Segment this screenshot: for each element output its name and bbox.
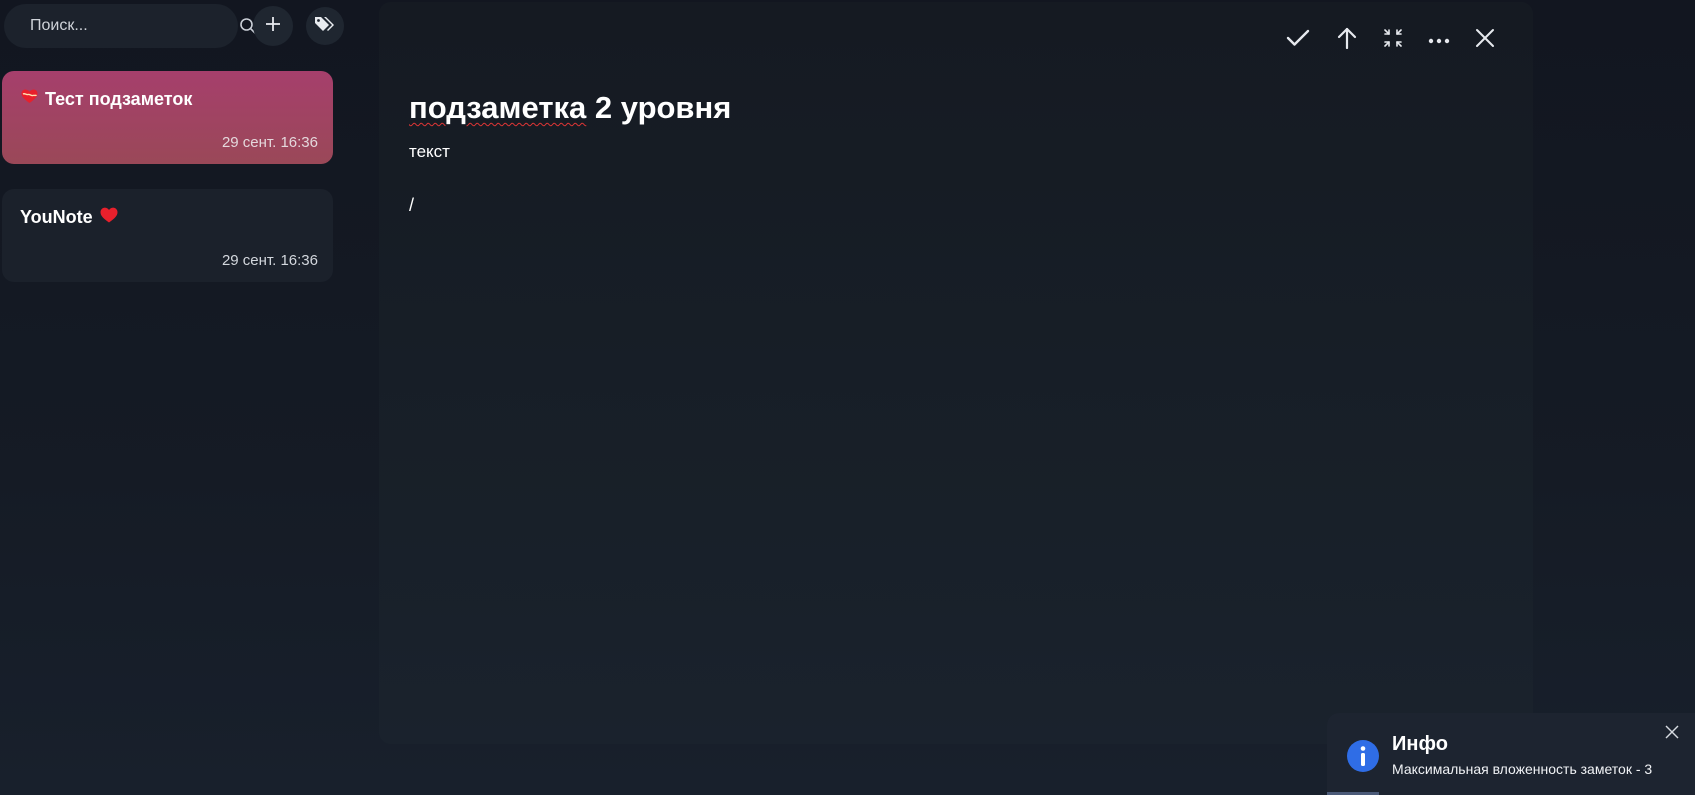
note-title-text: Тест подзаметок — [45, 88, 193, 109]
tags-button[interactable] — [306, 7, 344, 45]
add-note-button[interactable] — [253, 6, 293, 46]
note-card-younote[interactable]: YouNote 29 сент. 16:36 — [2, 189, 333, 282]
info-icon — [1346, 739, 1380, 773]
misspelled-word: подзаметка — [409, 90, 587, 125]
note-date: 29 сент. 16:36 — [221, 252, 318, 269]
more-options-button[interactable] — [1415, 24, 1463, 56]
title-rest: 2 уровня — [586, 90, 732, 125]
note-body-line[interactable]: текст — [409, 142, 450, 162]
note-body-command-line[interactable]: / — [409, 195, 414, 216]
close-icon — [1475, 28, 1495, 53]
note-title: Тест подзаметок — [20, 87, 318, 111]
note-card-test-subnotes[interactable]: Тест подзаметок 29 сент. 16:36 — [2, 71, 333, 164]
editor-toolbar — [1273, 24, 1507, 56]
note-date: 29 сент. 16:36 — [221, 134, 318, 151]
fullscreen-button[interactable] — [1371, 24, 1415, 56]
search-input[interactable] — [28, 16, 239, 36]
toast-title: Инфо — [1392, 733, 1448, 755]
toast-message: Максимальная вложенность заметок - 3 — [1392, 761, 1653, 777]
info-toast: Инфо Максимальная вложенность заметок - … — [1327, 713, 1695, 795]
close-editor-button[interactable] — [1463, 24, 1507, 56]
note-editor: подзаметка 2 уровня текст / — [379, 2, 1533, 744]
note-title-text: YouNote — [20, 206, 93, 227]
note-title: YouNote — [20, 205, 318, 229]
note-title-field[interactable]: подзаметка 2 уровня — [409, 90, 731, 126]
move-up-button[interactable] — [1323, 24, 1371, 56]
red-heart-icon — [99, 206, 119, 229]
check-icon — [1286, 29, 1310, 52]
search-box[interactable] — [4, 4, 256, 48]
plus-icon — [265, 16, 281, 37]
heart-on-fire-icon — [20, 88, 39, 110]
close-icon — [1665, 725, 1679, 744]
toast-close-button[interactable] — [1663, 725, 1681, 743]
sidebar: Тест подзаметок 29 сент. 16:36 YouNote 2… — [0, 0, 344, 795]
tags-icon — [314, 15, 336, 38]
arrow-up-icon — [1337, 27, 1357, 54]
collapse-icon — [1384, 28, 1402, 52]
more-icon — [1428, 31, 1450, 49]
save-button[interactable] — [1273, 24, 1323, 56]
